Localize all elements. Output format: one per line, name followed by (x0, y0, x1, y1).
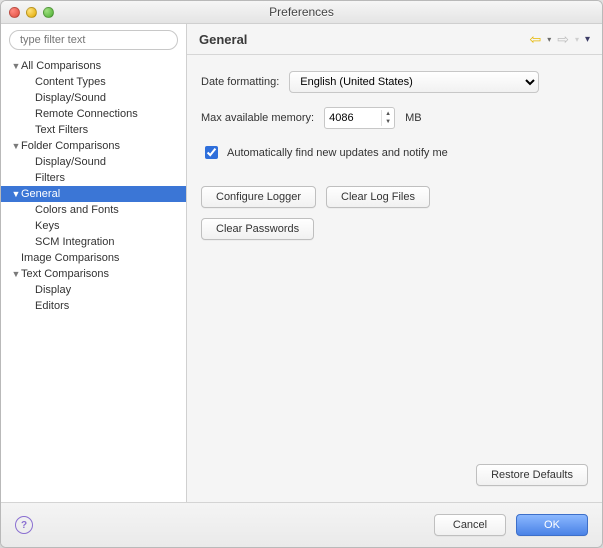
max-memory-label: Max available memory: (201, 112, 314, 124)
content-header: General ⇦▾ ⇨▾ ▾ (187, 24, 602, 55)
window-body: ▼All ComparisonsContent TypesDisplay/Sou… (1, 24, 602, 502)
tree-item[interactable]: Image Comparisons (1, 250, 186, 266)
tree-item-label: Editors (35, 300, 69, 312)
tree-item-label: Text Filters (35, 124, 88, 136)
general-pane: Date formatting: English (United States)… (187, 55, 602, 502)
auto-update-checkbox[interactable] (205, 146, 218, 159)
forward-arrow-icon: ⇨ (557, 32, 569, 46)
date-formatting-select[interactable]: English (United States) (289, 71, 539, 93)
auto-update-checkbox-row[interactable]: Automatically find new updates and notif… (201, 143, 588, 162)
tree-item[interactable]: Remote Connections (1, 106, 186, 122)
page-title: General (199, 32, 247, 47)
dialog-footer: ? Cancel OK (1, 502, 602, 547)
tree-item-label: Filters (35, 172, 65, 184)
tree-item-label: General (21, 188, 60, 200)
tree-item[interactable]: Text Filters (1, 122, 186, 138)
tree-item-label: Folder Comparisons (21, 140, 120, 152)
tree-item[interactable]: Keys (1, 218, 186, 234)
tree-item[interactable]: ▼General (1, 186, 186, 202)
tree-item[interactable]: Display (1, 282, 186, 298)
disclosure-down-icon[interactable]: ▼ (11, 141, 21, 151)
tree-item[interactable]: ▼Text Comparisons (1, 266, 186, 282)
configure-logger-button[interactable]: Configure Logger (201, 186, 316, 208)
preference-tree[interactable]: ▼All ComparisonsContent TypesDisplay/Sou… (1, 56, 186, 502)
memory-unit: MB (405, 112, 422, 124)
clear-log-files-button[interactable]: Clear Log Files (326, 186, 430, 208)
preferences-window: Preferences ▼All ComparisonsContent Type… (0, 0, 603, 548)
tree-item-label: SCM Integration (35, 236, 114, 248)
tree-item[interactable]: Content Types (1, 74, 186, 90)
tree-item[interactable]: SCM Integration (1, 234, 186, 250)
disclosure-down-icon[interactable]: ▼ (11, 269, 21, 279)
tree-item[interactable]: ▼Folder Comparisons (1, 138, 186, 154)
stepper-down-icon[interactable]: ▼ (382, 118, 394, 126)
tree-item[interactable]: Display/Sound (1, 90, 186, 106)
content-pane: General ⇦▾ ⇨▾ ▾ Date formatting: English… (187, 24, 602, 502)
disclosure-down-icon[interactable]: ▼ (11, 61, 21, 71)
date-formatting-label: Date formatting: (201, 76, 279, 88)
window-title: Preferences (1, 5, 602, 19)
stepper-up-icon[interactable]: ▲ (382, 110, 394, 118)
max-memory-input[interactable] (325, 112, 381, 124)
tree-item-label: Remote Connections (35, 108, 138, 120)
back-arrow-icon[interactable]: ⇦ (529, 32, 541, 46)
auto-update-label: Automatically find new updates and notif… (227, 147, 448, 159)
tree-item-label: All Comparisons (21, 60, 101, 72)
restore-defaults-button[interactable]: Restore Defaults (476, 464, 588, 486)
max-memory-spinner[interactable]: ▲ ▼ (324, 107, 395, 129)
tree-item[interactable]: Filters (1, 170, 186, 186)
clear-passwords-button[interactable]: Clear Passwords (201, 218, 314, 240)
filter-input[interactable] (9, 30, 178, 50)
tree-item-label: Content Types (35, 76, 106, 88)
tree-item-label: Colors and Fonts (35, 204, 119, 216)
tree-item-label: Text Comparisons (21, 268, 109, 280)
sidebar: ▼All ComparisonsContent TypesDisplay/Sou… (1, 24, 187, 502)
tree-item-label: Display/Sound (35, 92, 106, 104)
view-menu-icon[interactable]: ▾ (585, 34, 590, 45)
help-icon[interactable]: ? (15, 516, 33, 534)
tree-item-label: Display (35, 284, 71, 296)
tree-item-label: Image Comparisons (21, 252, 119, 264)
tree-item[interactable]: Colors and Fonts (1, 202, 186, 218)
tree-item-label: Keys (35, 220, 59, 232)
ok-button[interactable]: OK (516, 514, 588, 536)
cancel-button[interactable]: Cancel (434, 514, 506, 536)
tree-item[interactable]: ▼All Comparisons (1, 58, 186, 74)
tree-item[interactable]: Editors (1, 298, 186, 314)
tree-item[interactable]: Display/Sound (1, 154, 186, 170)
disclosure-down-icon[interactable]: ▼ (11, 189, 21, 199)
tree-item-label: Display/Sound (35, 156, 106, 168)
titlebar: Preferences (1, 1, 602, 24)
